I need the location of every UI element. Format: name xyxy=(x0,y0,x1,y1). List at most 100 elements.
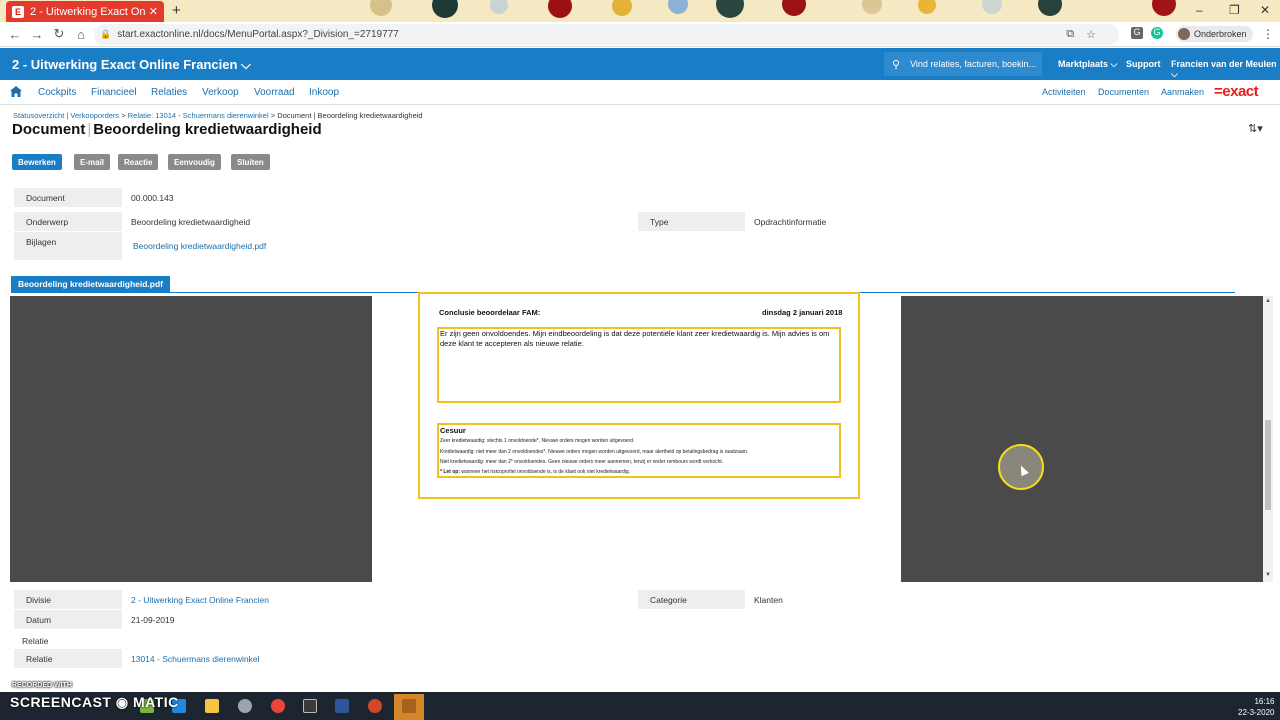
breadcrumb-current: Document | Beoordeling kredietwaardighei… xyxy=(277,111,423,120)
restore-icon[interactable]: ❐ xyxy=(1229,3,1240,17)
menu-aanmaken[interactable]: Aanmaken xyxy=(1161,87,1204,97)
bijlagen-attachment-link[interactable]: Beoordeling kredietwaardigheid.pdf xyxy=(133,241,266,251)
recorder-watermark-logo: SCREENCAST ◉ MATIC xyxy=(10,694,179,710)
pdf-heading: Conclusie beoordelaar FAM: xyxy=(439,308,541,317)
decoration xyxy=(918,0,936,14)
pdf-scrollbar[interactable]: ▲ ▼ xyxy=(1263,296,1273,582)
pdf-conclusion-text: Er zijn geen onvoldoendes. Mijn eindbeoo… xyxy=(440,329,830,348)
menu-activiteiten[interactable]: Activiteiten xyxy=(1042,87,1086,97)
search-placeholder: Vind relaties, facturen, boekin... xyxy=(910,59,1036,69)
extension-g-icon[interactable]: G xyxy=(1131,27,1143,39)
page-title: Document | Beoordeling kredietwaardigheid xyxy=(12,121,322,138)
bijlagen-label: Bijlagen xyxy=(14,232,122,260)
breadcrumb-separator: > xyxy=(119,111,128,120)
scroll-thumb[interactable] xyxy=(1265,420,1271,510)
reload-icon[interactable]: ↻ xyxy=(48,26,70,42)
pdf-cesuur-line: Kredietwaardig: niet meer dan 2 onvoldoe… xyxy=(440,449,749,455)
document-label: Document xyxy=(14,188,122,207)
browser-tab-active[interactable]: E 2 - Uitwerking Exact Online Fran ✕ xyxy=(6,1,164,22)
bewerken-button[interactable]: Bewerken xyxy=(12,154,62,170)
decoration xyxy=(432,0,458,18)
browser-menu-icon[interactable]: ⋮ xyxy=(1262,27,1274,41)
back-icon[interactable]: ← xyxy=(4,27,26,42)
taskbar-app-icon[interactable] xyxy=(402,699,416,713)
relatie-value[interactable]: 13014 - Schuermans dierenwinkel xyxy=(131,654,260,664)
exact-logo[interactable]: =exact xyxy=(1214,83,1259,100)
windows-taskbar xyxy=(0,692,1280,720)
pdf-cesuur-line: Niet kredietwaardig: meer dan 2* onvoldo… xyxy=(440,459,724,465)
home-icon[interactable] xyxy=(10,86,22,97)
pdf-page: Conclusie beoordelaar FAM: dinsdag 2 jan… xyxy=(372,292,901,582)
document-value: 00.000.143 xyxy=(131,193,174,203)
eenvoudig-button[interactable]: Eenvoudig xyxy=(168,154,221,170)
app-header: 2 - Uitwerking Exact Online Francien ⌵ ⚲… xyxy=(0,48,1280,80)
translate-icon[interactable]: ⧉ xyxy=(1066,28,1074,41)
breadcrumb-link-statusoverzicht[interactable]: Statusoverzicht | Verkooporders xyxy=(13,111,119,120)
taskbar-folder-icon[interactable] xyxy=(205,699,219,713)
page-title-prefix: Document xyxy=(12,121,86,138)
menu-cockpits[interactable]: Cockpits xyxy=(38,87,76,98)
browser-tabbar: E 2 - Uitwerking Exact Online Fran ✕ + –… xyxy=(0,0,1280,22)
address-bar[interactable]: 🔒 start.exactonline.nl/docs/MenuPortal.a… xyxy=(94,24,1119,45)
new-tab-icon[interactable]: + xyxy=(172,2,181,19)
page-title-main: Beoordeling kredietwaardigheid xyxy=(93,121,322,138)
taskbar-app-icon[interactable] xyxy=(238,699,252,713)
pdf-tab[interactable]: Beoordeling kredietwaardigheid.pdf xyxy=(11,276,170,292)
exact-favicon-icon: E xyxy=(12,5,24,18)
close-window-icon[interactable]: ✕ xyxy=(1260,3,1270,17)
decoration xyxy=(548,0,572,18)
taskbar-word-icon[interactable] xyxy=(335,699,349,713)
system-clock[interactable]: 16:16 22-3-2020 xyxy=(1238,696,1274,718)
scroll-down-icon[interactable]: ▼ xyxy=(1265,572,1271,578)
support-link[interactable]: Support xyxy=(1126,59,1161,69)
home-browser-icon[interactable]: ⌂ xyxy=(70,27,92,42)
breadcrumb-link-relatie[interactable]: Relatie: 13014 - Schuermans dierenwinkel xyxy=(128,111,269,120)
scroll-up-icon[interactable]: ▲ xyxy=(1265,298,1271,304)
clock-time: 16:16 xyxy=(1254,697,1275,706)
pdf-cesuur-line: Zeer kredietwaardig: slechts 1 onvoldoen… xyxy=(440,438,635,444)
menu-inkoop[interactable]: Inkoop xyxy=(309,87,339,98)
grammarly-icon[interactable]: G xyxy=(1151,27,1163,39)
taskbar-powerpoint-icon[interactable] xyxy=(368,699,382,713)
datum-label: Datum xyxy=(14,610,122,629)
clock-date: 22-3-2020 xyxy=(1238,708,1275,717)
page-title-separator: | xyxy=(87,121,92,138)
taskbar-video-icon[interactable] xyxy=(303,699,317,713)
sort-options-icon[interactable]: ⇅▾ xyxy=(1248,122,1263,135)
decoration xyxy=(782,0,806,16)
profile-button[interactable]: Onderbroken xyxy=(1176,26,1253,42)
browser-tab-title: 2 - Uitwerking Exact Online Fran xyxy=(30,5,145,18)
main-menu: Cockpits Financieel Relaties Verkoop Voo… xyxy=(0,80,1280,105)
decoration xyxy=(612,0,632,16)
taskbar-chrome-icon[interactable] xyxy=(271,699,285,713)
menu-verkoop[interactable]: Verkoop xyxy=(202,87,239,98)
forward-icon[interactable]: → xyxy=(26,27,48,42)
recorder-watermark-caption: RECORDED WITH xyxy=(12,682,72,689)
division-selector[interactable]: 2 - Uitwerking Exact Online Francien ⌵ xyxy=(12,57,251,73)
menu-relaties[interactable]: Relaties xyxy=(151,87,187,98)
categorie-label: Categorie xyxy=(638,590,745,609)
sluiten-button[interactable]: Sluiten xyxy=(231,154,270,170)
menu-documenten[interactable]: Documenten xyxy=(1098,87,1149,97)
reactie-button[interactable]: Reactie xyxy=(118,154,159,170)
decoration xyxy=(490,0,508,14)
bookmark-star-icon[interactable]: ☆ xyxy=(1086,28,1096,41)
relatie-section-heading: Relatie xyxy=(22,635,49,646)
chevron-down-icon: ⌵ xyxy=(241,57,251,72)
marktplaats-link[interactable]: Marktplaats ⌵ xyxy=(1058,59,1117,70)
divisie-value[interactable]: 2 - Uitwerking Exact Online Francien xyxy=(131,595,269,605)
menu-voorraad[interactable]: Voorraad xyxy=(254,87,295,98)
pdf-cesuur-note: * Let op: wanneer het risicoprofiel onvo… xyxy=(440,469,631,475)
decoration xyxy=(370,0,392,16)
lock-icon: 🔒 xyxy=(100,29,112,39)
minimize-icon[interactable]: – xyxy=(1196,3,1203,17)
user-menu[interactable]: Francien van der Meulen ⌵ xyxy=(1171,59,1280,80)
type-label: Type xyxy=(638,212,745,231)
global-search-input[interactable]: ⚲ Vind relaties, facturen, boekin... xyxy=(884,52,1042,76)
profile-status: Onderbroken xyxy=(1194,29,1247,39)
avatar xyxy=(1178,28,1190,40)
close-tab-icon[interactable]: ✕ xyxy=(149,5,158,18)
menu-financieel[interactable]: Financieel xyxy=(91,87,137,98)
email-button[interactable]: E-mail xyxy=(74,154,111,170)
pdf-cesuur-title: Cesuur xyxy=(440,426,466,435)
